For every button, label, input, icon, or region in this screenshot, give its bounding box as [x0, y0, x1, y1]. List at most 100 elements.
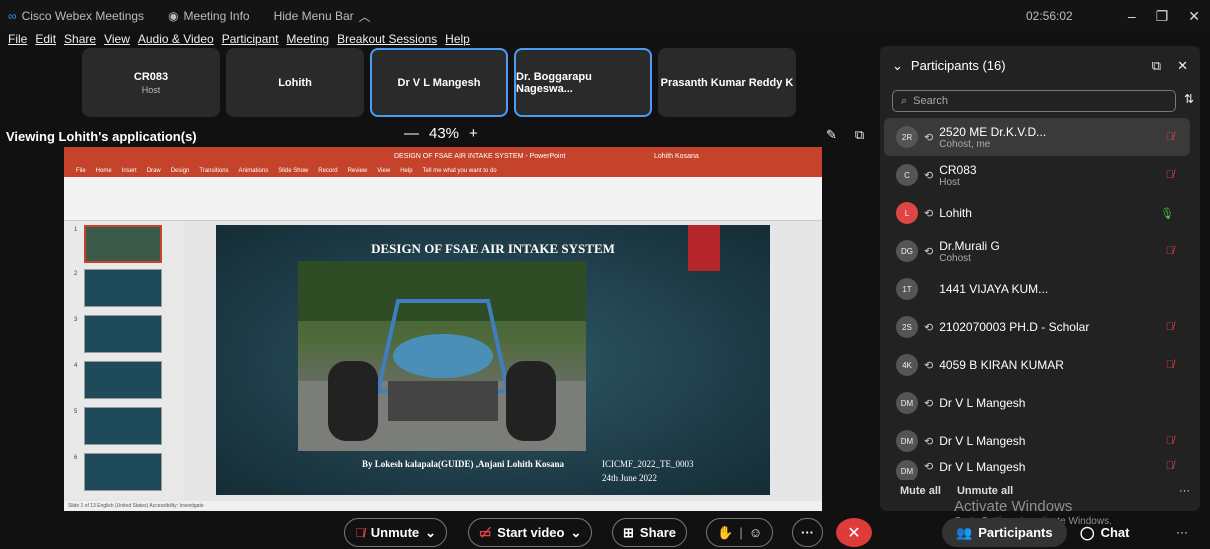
avatar: 1T	[896, 278, 918, 300]
mic-muted-icon[interactable]: 🎙̸	[1166, 435, 1174, 447]
participant-row[interactable]: 4K ⟲ 4059 B KIRAN KUMAR 🎙̸	[884, 346, 1190, 384]
share-button[interactable]: ⊞ Share	[612, 518, 688, 547]
mic-muted-icon[interactable]: 🎙̸	[1166, 359, 1174, 371]
ppt-tab[interactable]: Animations	[239, 168, 269, 174]
slide-thumbnail[interactable]	[84, 453, 162, 491]
participants-button[interactable]: 👥 Participants	[942, 518, 1067, 547]
menu-audio-video[interactable]: Audio & Video	[138, 32, 214, 46]
mic-muted-icon[interactable]: 🎙̸	[1166, 169, 1174, 181]
ppt-tab[interactable]: Home	[96, 168, 112, 174]
menu-meeting[interactable]: Meeting	[286, 32, 329, 46]
sync-icon: ⟲	[924, 397, 934, 410]
participant-list: 2R ⟲ 2520 ME Dr.K.V.D... Cohost, me 🎙̸ C …	[884, 118, 1190, 480]
ppt-tab[interactable]: Insert	[122, 168, 137, 174]
participant-row[interactable]: 2S ⟲ 2102070003 PH.D - Scholar 🎙̸	[884, 308, 1190, 346]
car-photo	[298, 261, 586, 451]
menu-participant[interactable]: Participant	[222, 32, 279, 46]
slide-thumbnail[interactable]	[84, 407, 162, 445]
popout-icon[interactable]: ⧉	[1152, 58, 1161, 74]
more-button[interactable]: ···	[792, 518, 823, 547]
participant-row[interactable]: DG ⟲ Dr.Murali G Cohost 🎙̸	[884, 232, 1190, 270]
participants-panel: ⌄ Participants (16) ⧉ ✕ ⌕ Search ⇅ 2R ⟲ 252…	[880, 46, 1200, 511]
mic-muted-icon[interactable]: 🎙̸	[1166, 460, 1174, 472]
raise-hand-icon[interactable]: ✋	[717, 525, 733, 541]
zoom-in-button[interactable]: +	[469, 125, 478, 142]
sync-icon: ⟲	[924, 169, 934, 182]
slide-thumbnail[interactable]	[84, 361, 162, 399]
slide-thumbnail[interactable]	[84, 315, 162, 353]
mic-muted-icon[interactable]: 🎙̸	[1166, 321, 1174, 333]
mic-muted-icon[interactable]: 🎙̸	[1166, 245, 1174, 257]
emoji-icon[interactable]: ☺	[749, 525, 762, 540]
mic-muted-icon[interactable]: 🎙̸	[1166, 131, 1174, 143]
menu-help[interactable]: Help	[445, 32, 470, 46]
sync-icon: ⟲	[924, 245, 934, 258]
video-tiles: CR083 Host Lohith Dr V L Mangesh Dr. Bogg…	[82, 48, 796, 117]
annotate-icon[interactable]: ✎	[826, 127, 837, 143]
participant-row[interactable]: C ⟲ CR083 Host 🎙̸	[884, 156, 1190, 194]
meeting-info-button[interactable]: ◉ Meeting Info	[168, 9, 250, 23]
ppt-tab[interactable]: Design	[171, 168, 190, 174]
avatar: L	[896, 202, 918, 224]
ppt-tab[interactable]: File	[76, 168, 86, 174]
participants-search[interactable]: ⌕ Search	[892, 90, 1176, 112]
slide-thumbnail[interactable]	[84, 225, 162, 263]
slide-thumbnails: 1 2 3 4 5 6	[64, 221, 184, 499]
avatar: 4K	[896, 354, 918, 376]
zoom-out-button[interactable]: —	[404, 125, 419, 142]
video-tile[interactable]: Dr V L Mangesh	[370, 48, 508, 117]
participant-row[interactable]: DM ⟲ Dr V L Mangesh 🎙̸	[884, 460, 1190, 480]
ppt-tab[interactable]: Review	[348, 168, 368, 174]
participants-header[interactable]: ⌄ Participants (16)	[892, 58, 1006, 74]
more-options-icon[interactable]: ···	[1176, 525, 1188, 539]
avatar: DG	[896, 240, 918, 262]
close-icon[interactable]: ✕	[1188, 8, 1200, 25]
ppt-ribbon	[64, 177, 822, 221]
video-tile[interactable]: Lohith	[226, 48, 364, 117]
video-off-icon: ▭̸	[479, 524, 492, 540]
ppt-tab[interactable]: Draw	[147, 168, 161, 174]
ppt-tab[interactable]: Transitions	[199, 168, 228, 174]
chat-button[interactable]: ◯ Chat	[1066, 518, 1143, 547]
menu-share[interactable]: Share	[64, 32, 96, 46]
unmute-all-button[interactable]: Unmute all	[957, 485, 1013, 497]
menu-edit[interactable]: Edit	[35, 32, 56, 46]
ppt-ribbon-tabs: File Home Insert Draw Design Transitions…	[64, 165, 822, 177]
mute-all-button[interactable]: Mute all	[900, 485, 941, 497]
viewing-label: Viewing Lohith's application(s)	[6, 129, 197, 144]
current-slide: DESIGN OF FSAE AIR INTAKE SYSTEM By Loke…	[216, 225, 770, 495]
participant-row[interactable]: DM ⟲ Dr V L Mangesh 🎙̸	[884, 422, 1190, 460]
mic-on-icon[interactable]: 🎙	[1160, 207, 1174, 220]
slide-thumbnail[interactable]	[84, 269, 162, 307]
popout-icon[interactable]: ⧉	[855, 127, 864, 143]
app-title: ∞ Cisco Webex Meetings	[8, 9, 145, 23]
hide-menu-bar-button[interactable]: Hide Menu Bar ︿	[274, 8, 371, 25]
restore-icon[interactable]: ❐	[1156, 8, 1169, 25]
unmute-button[interactable]: 🎙̸ Unmute ⌄	[344, 518, 448, 547]
menu-breakout[interactable]: Breakout Sessions	[337, 32, 437, 46]
participant-row[interactable]: 2R ⟲ 2520 ME Dr.K.V.D... Cohost, me 🎙̸	[884, 118, 1190, 156]
reactions-group[interactable]: ✋ | ☺	[706, 518, 774, 547]
ppt-tab[interactable]: Slide Show	[278, 168, 308, 174]
close-icon[interactable]: ✕	[1177, 58, 1188, 74]
start-video-button[interactable]: ▭̸ Start video ⌄	[468, 518, 593, 547]
video-tile[interactable]: Dr. Boggarapu Nageswa...	[514, 48, 652, 117]
participant-row[interactable]: DM ⟲ Dr V L Mangesh	[884, 384, 1190, 422]
chevron-down-icon: ⌄	[570, 524, 582, 540]
menu-bar: File Edit Share View Audio & Video Parti…	[0, 32, 880, 46]
ppt-tab[interactable]: Record	[318, 168, 337, 174]
participant-row[interactable]: L ⟲ Lohith 🎙	[884, 194, 1190, 232]
ppt-tab[interactable]: View	[377, 168, 390, 174]
minimize-icon[interactable]: –	[1128, 8, 1136, 25]
more-options-icon[interactable]: ···	[1179, 485, 1190, 497]
end-meeting-button[interactable]: ✕	[836, 518, 872, 547]
ppt-tab[interactable]: Tell me what you want to do	[423, 168, 497, 174]
avatar: DM	[896, 430, 918, 452]
sort-icon[interactable]: ⇅	[1184, 92, 1194, 106]
ppt-tab[interactable]: Help	[400, 168, 412, 174]
menu-file[interactable]: File	[8, 32, 27, 46]
menu-view[interactable]: View	[104, 32, 130, 46]
video-tile[interactable]: Prasanth Kumar Reddy K	[658, 48, 796, 117]
participant-row[interactable]: 1T ⟲ 1441 VIJAYA KUM...	[884, 270, 1190, 308]
video-tile[interactable]: CR083 Host	[82, 48, 220, 117]
